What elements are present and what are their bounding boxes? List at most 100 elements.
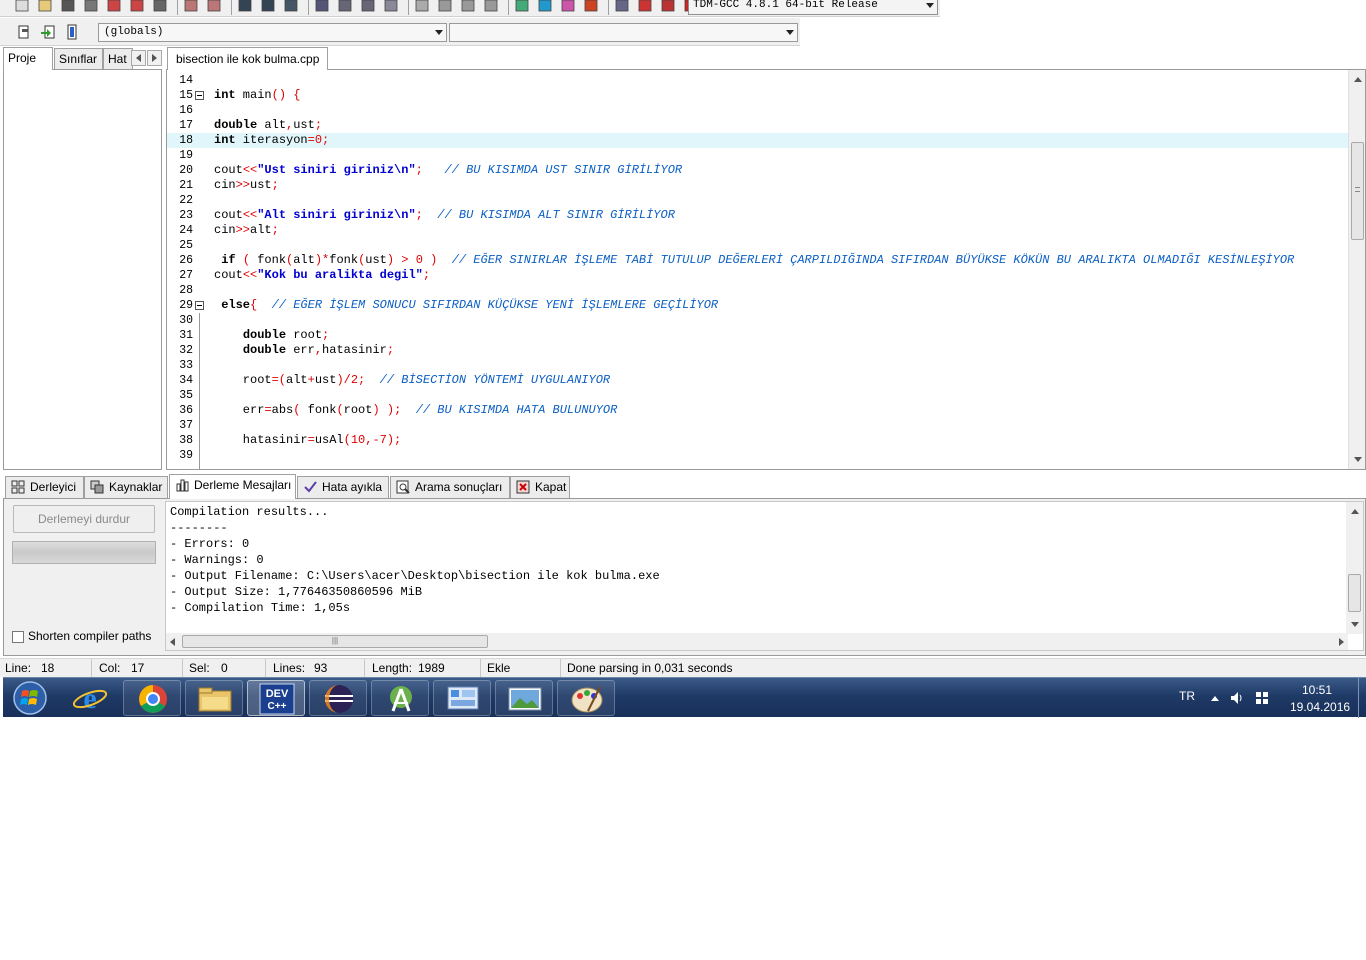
editor-file-tab[interactable]: bisection ile kok bulma.cpp bbox=[167, 47, 329, 70]
scrollbar-thumb[interactable]: ||| bbox=[182, 635, 488, 648]
new-file-icon[interactable] bbox=[14, 0, 30, 13]
code-line[interactable]: 19 bbox=[167, 148, 1349, 163]
open-icon[interactable] bbox=[37, 0, 53, 13]
unindent-icon[interactable] bbox=[360, 0, 376, 13]
code-line[interactable]: 37 bbox=[167, 418, 1349, 433]
goto-definition-icon[interactable] bbox=[40, 24, 56, 39]
taskbar-paint[interactable] bbox=[557, 680, 615, 716]
shorten-paths-checkbox[interactable] bbox=[12, 631, 24, 643]
project-tree[interactable] bbox=[3, 69, 162, 470]
tab-debug[interactable]: Hat bbox=[103, 48, 133, 69]
code-line[interactable]: 21 cin>>ust; bbox=[167, 178, 1349, 193]
profile-icon[interactable] bbox=[660, 0, 676, 13]
code-line[interactable]: 22 bbox=[167, 193, 1349, 208]
scroll-down-icon[interactable] bbox=[1354, 457, 1362, 462]
clock-time[interactable]: 10:51 bbox=[1302, 683, 1332, 697]
code-line[interactable]: 23 cout<<"Alt siniri giriniz\n"; // BU KI… bbox=[167, 208, 1349, 223]
compiler-select[interactable]: TDM-GCC 4.8.1 64-bit Release bbox=[688, 0, 938, 15]
tab-search-results[interactable]: Arama sonuçları bbox=[390, 476, 510, 498]
code-line[interactable]: 35 bbox=[167, 388, 1349, 403]
code-line[interactable]: 27 cout<<"Kok bu aralikta degil"; bbox=[167, 268, 1349, 283]
code-line[interactable]: 38 hatasinir=usAl(10,-7); bbox=[167, 433, 1349, 448]
code-line[interactable]: 18 int iterasyon=0; bbox=[167, 133, 1349, 148]
editor-vertical-scrollbar[interactable] bbox=[1348, 70, 1365, 469]
volume-icon[interactable] bbox=[1229, 690, 1245, 706]
scroll-up-icon[interactable] bbox=[1354, 77, 1362, 82]
code-line[interactable]: 20 cout<<"Ust siniri giriniz\n"; // BU KI… bbox=[167, 163, 1349, 178]
taskbar-control-panel[interactable] bbox=[433, 680, 491, 716]
close-all-icon[interactable] bbox=[129, 0, 145, 13]
stop-compile-button[interactable]: Derlemeyi durdur bbox=[13, 505, 155, 533]
print-icon[interactable] bbox=[152, 0, 168, 13]
code-line[interactable]: 36 err=abs( fonk(root) ); // BU KISIMDA … bbox=[167, 403, 1349, 418]
scroll-up-icon[interactable] bbox=[1351, 509, 1359, 514]
taskbar-internet-explorer[interactable]: e bbox=[61, 680, 119, 716]
code-line[interactable]: 30 bbox=[167, 313, 1349, 328]
rebuild-icon[interactable] bbox=[583, 0, 599, 13]
scroll-left-icon[interactable] bbox=[170, 638, 175, 646]
taskbar-photo-viewer[interactable] bbox=[495, 680, 553, 716]
taskbar-dev-cpp[interactable]: DEV C++ bbox=[247, 680, 305, 716]
code-editor[interactable]: 14 15 int main() {16 17 double alt,ust; 18 int… bbox=[166, 69, 1366, 470]
save-icon[interactable] bbox=[60, 0, 76, 13]
code-line[interactable]: 32 double err,hatasinir; bbox=[167, 343, 1349, 358]
tab-project[interactable]: Proje bbox=[3, 47, 53, 70]
tab-scroll-left-button[interactable] bbox=[131, 50, 146, 66]
run-icon[interactable] bbox=[537, 0, 553, 13]
goto-icon[interactable] bbox=[283, 0, 299, 13]
redo-icon[interactable] bbox=[206, 0, 222, 13]
scrollbar-thumb[interactable] bbox=[1348, 574, 1361, 612]
tab-compile-log[interactable]: Derleme Mesajları bbox=[169, 474, 296, 499]
taskbar-eclipse[interactable] bbox=[309, 680, 367, 716]
network-flag-icon[interactable] bbox=[1254, 690, 1270, 706]
language-indicator[interactable]: TR bbox=[1179, 689, 1195, 703]
tab-resources[interactable]: Kaynaklar bbox=[84, 476, 168, 498]
tab-debug-panel[interactable]: Hata ayıkla bbox=[297, 476, 389, 498]
show-hidden-icons-icon[interactable] bbox=[1211, 696, 1219, 701]
code-line[interactable]: 29 else{ // EĞER İŞLEM SONUCU SIFIRDAN K… bbox=[167, 298, 1349, 313]
class-browser-icon[interactable] bbox=[64, 24, 80, 40]
tab-compiler[interactable]: Derleyici bbox=[5, 476, 84, 498]
code-line[interactable]: 15 int main() { bbox=[167, 88, 1349, 103]
code-line[interactable]: 28 bbox=[167, 283, 1349, 298]
undo-icon[interactable] bbox=[183, 0, 199, 13]
taskbar-android-studio[interactable] bbox=[371, 680, 429, 716]
syntax-check-icon[interactable] bbox=[614, 0, 630, 13]
indent-icon[interactable] bbox=[337, 0, 353, 13]
fold-toggle-icon[interactable] bbox=[195, 301, 204, 310]
code-line[interactable]: 16 bbox=[167, 103, 1349, 118]
stop-icon[interactable] bbox=[637, 0, 653, 13]
taskbar-file-explorer[interactable] bbox=[185, 680, 243, 716]
code-line[interactable]: 33 bbox=[167, 358, 1349, 373]
code-line[interactable]: 31 double root; bbox=[167, 328, 1349, 343]
replace-icon[interactable] bbox=[260, 0, 276, 13]
compile-output[interactable]: Compilation results... -------- - Errors: … bbox=[165, 501, 1364, 651]
compile-run-icon[interactable] bbox=[560, 0, 576, 13]
output-vertical-scrollbar[interactable] bbox=[1346, 502, 1363, 634]
function-select[interactable] bbox=[449, 23, 798, 42]
scroll-down-icon[interactable] bbox=[1351, 622, 1359, 627]
start-button[interactable] bbox=[7, 679, 53, 717]
toggle-comment-icon[interactable] bbox=[383, 0, 399, 13]
code-line[interactable]: 24 cin>>alt; bbox=[167, 223, 1349, 238]
bookmark-icon[interactable] bbox=[314, 0, 330, 13]
compile-icon[interactable] bbox=[514, 0, 530, 13]
output-horizontal-scrollbar[interactable]: ||| bbox=[166, 633, 1348, 650]
code-line[interactable]: 39 bbox=[167, 448, 1349, 463]
clock-date[interactable]: 19.04.2016 bbox=[1290, 700, 1350, 714]
show-desktop-button[interactable] bbox=[1358, 678, 1366, 718]
code-line[interactable]: 17 double alt,ust; bbox=[167, 118, 1349, 133]
fold-toggle-icon[interactable] bbox=[195, 91, 204, 100]
code-line[interactable]: 14 bbox=[167, 73, 1349, 88]
taskbar-chrome[interactable] bbox=[123, 680, 181, 716]
tab-close-panel[interactable]: Kapat bbox=[510, 476, 570, 498]
save-all-icon[interactable] bbox=[83, 0, 99, 13]
remove-file-icon[interactable] bbox=[460, 0, 476, 13]
tab-classes[interactable]: Sınıflar bbox=[54, 48, 103, 69]
new-project-icon[interactable] bbox=[414, 0, 430, 13]
find-icon[interactable] bbox=[237, 0, 253, 13]
code-line[interactable]: 34 root=(alt+ust)/2; // BİSECTİON YÖNTEM… bbox=[167, 373, 1349, 388]
code-line[interactable]: 26 if ( fonk(alt)*fonk(ust) > 0 ) // EĞE… bbox=[167, 253, 1349, 268]
code-line[interactable]: 25 bbox=[167, 238, 1349, 253]
tab-scroll-right-button[interactable] bbox=[147, 50, 162, 66]
